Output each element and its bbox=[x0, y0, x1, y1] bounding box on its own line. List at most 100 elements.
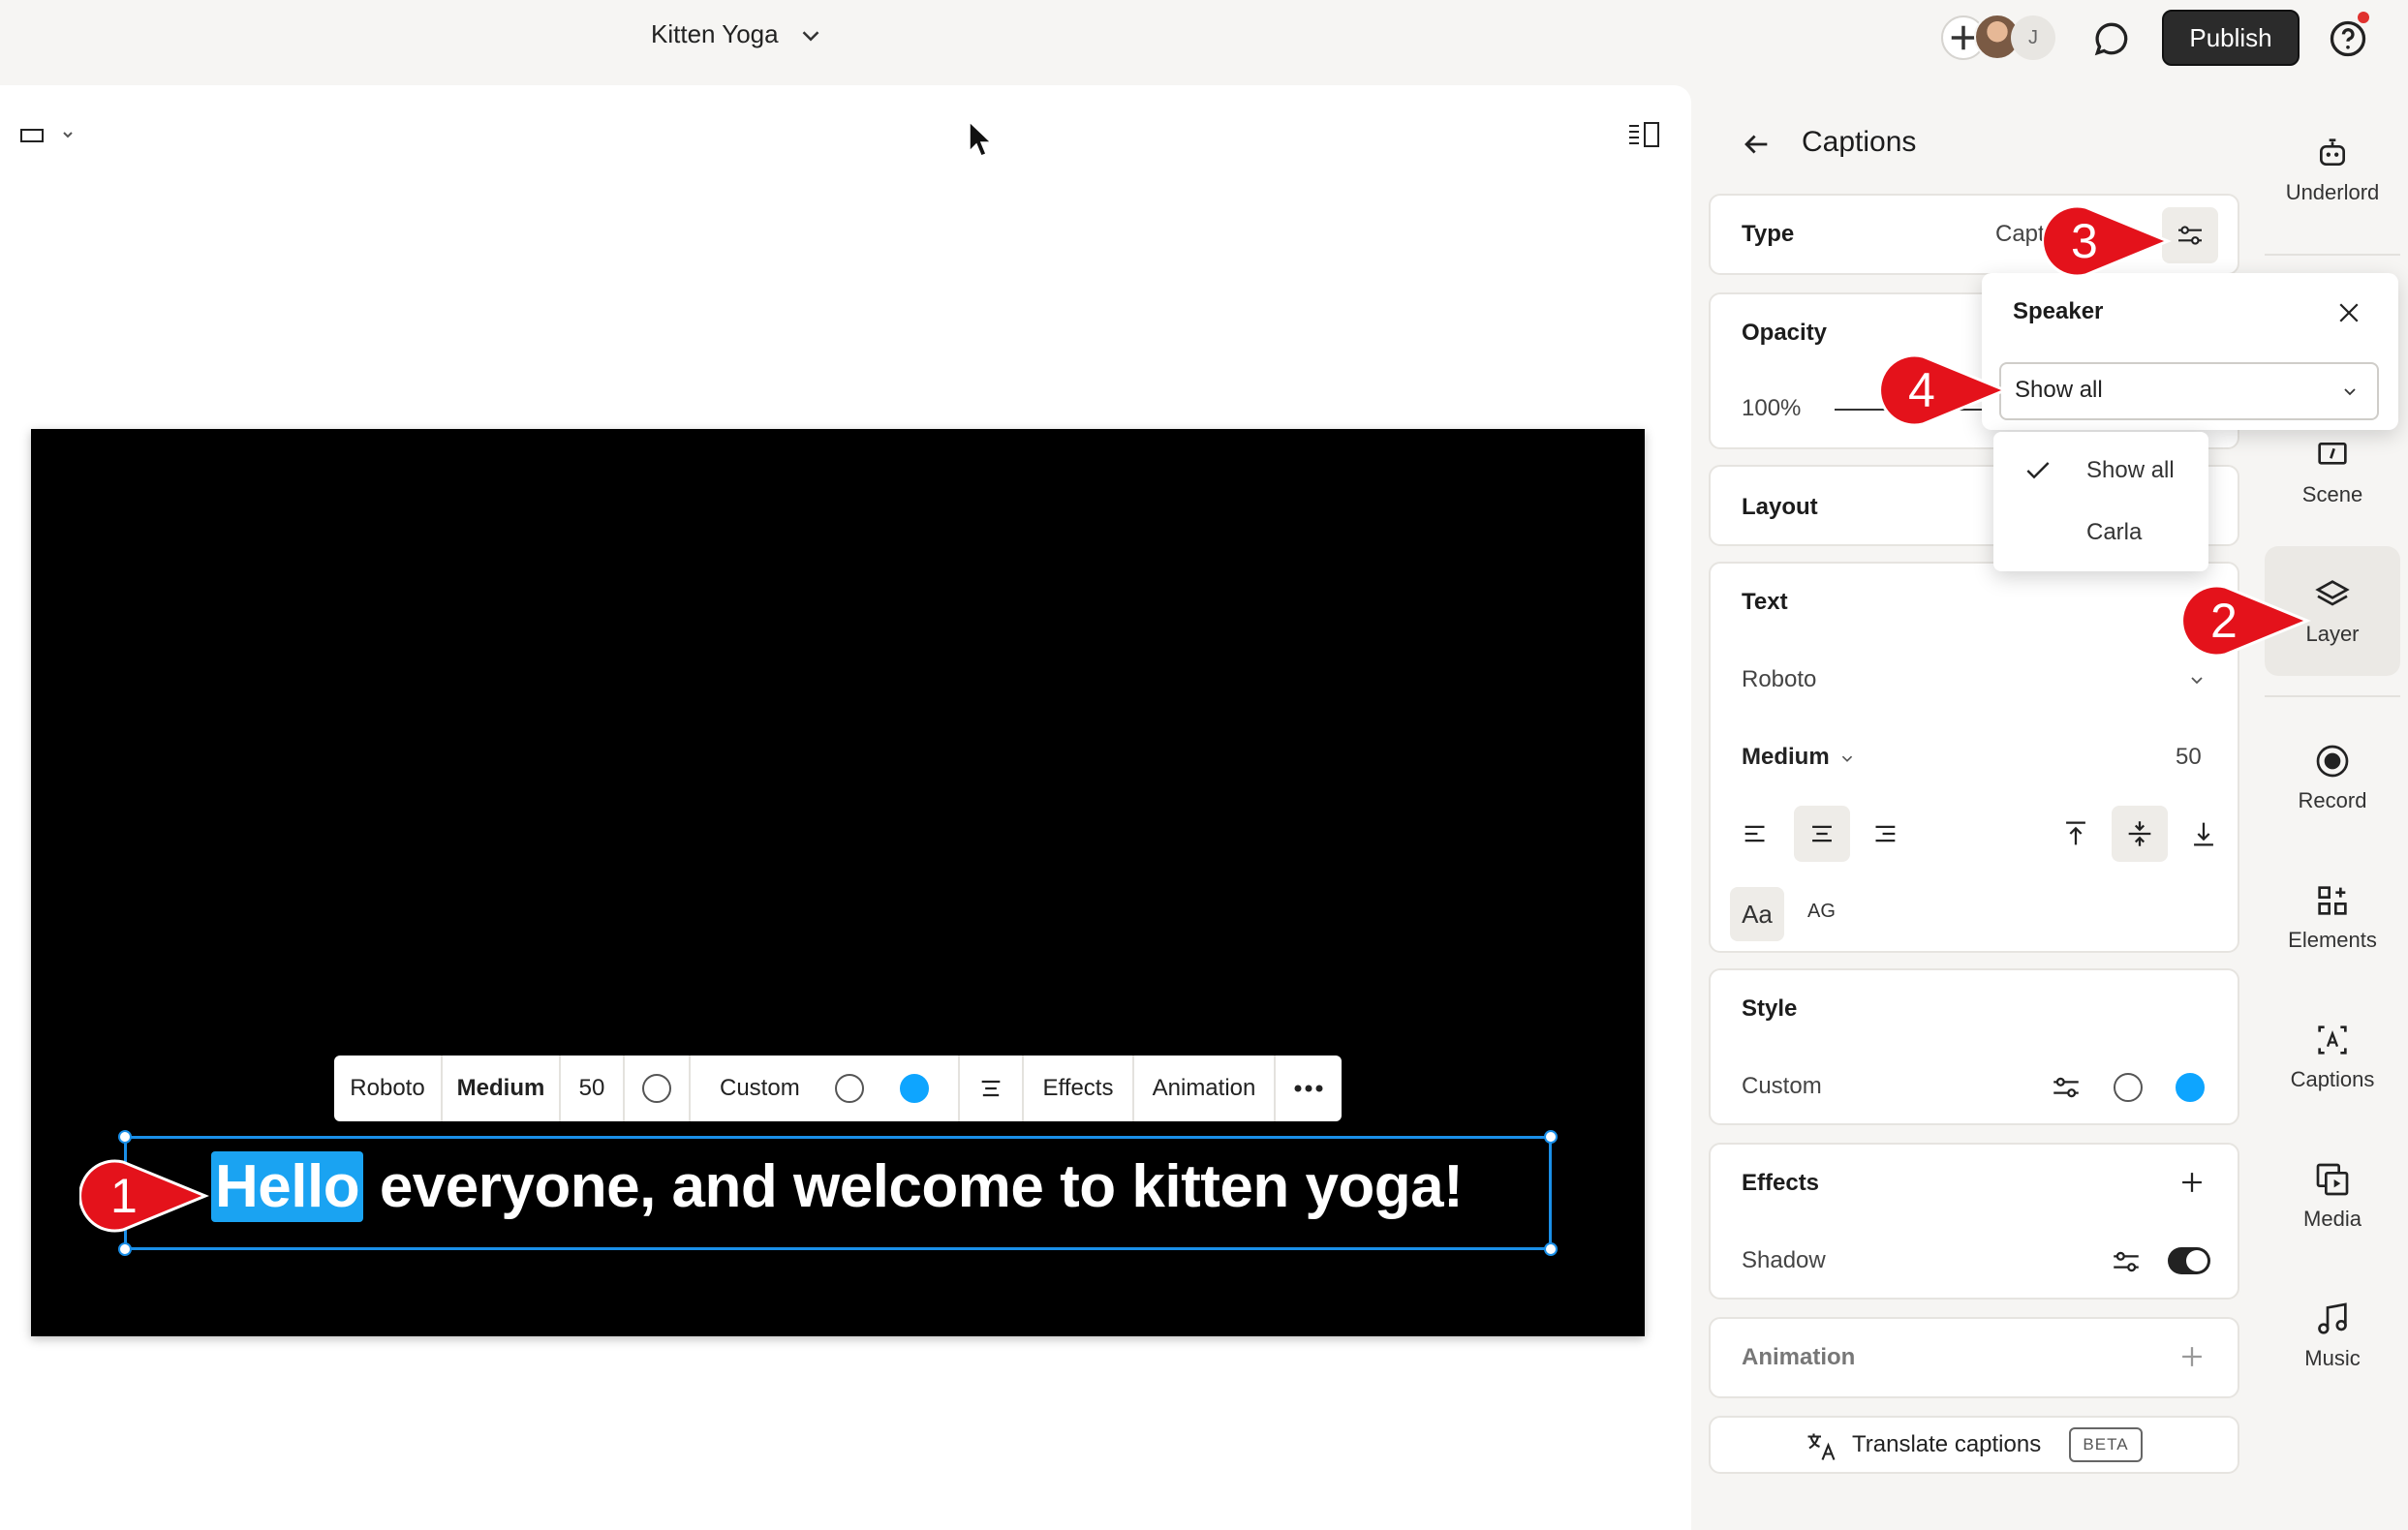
toolbar-font[interactable]: Roboto bbox=[334, 1056, 443, 1121]
translate-captions-button[interactable]: Translate captions BETA bbox=[1709, 1416, 2239, 1474]
captions-icon bbox=[2318, 1025, 2347, 1055]
text-card: Text Roboto Medium 50 Aa AG bbox=[1709, 562, 2239, 953]
toolbar-size[interactable]: 50 bbox=[561, 1056, 625, 1121]
toolbar-style-label: Custom bbox=[720, 1075, 800, 1101]
rail-item-music[interactable]: Music bbox=[2265, 1270, 2400, 1400]
elements-icon bbox=[2318, 886, 2347, 915]
beta-badge: BETA bbox=[2069, 1427, 2143, 1462]
type-value[interactable]: Capt bbox=[1995, 221, 2045, 248]
music-note-icon bbox=[2318, 1302, 2347, 1334]
caption-toolbar: Roboto Medium 50 Custom Effects Animatio… bbox=[334, 1056, 1342, 1121]
back-arrow-icon[interactable] bbox=[1740, 128, 1773, 161]
translate-icon bbox=[1807, 1433, 1836, 1460]
speaker-select-value: Show all bbox=[2015, 377, 2103, 403]
speaker-option-carla[interactable]: Carla bbox=[2086, 519, 2142, 546]
media-icon bbox=[2316, 1163, 2349, 1196]
aspect-ratio-icon[interactable] bbox=[19, 124, 81, 147]
callout-marker bbox=[2042, 204, 2172, 278]
rail-item-label: Elements bbox=[2288, 928, 2377, 952]
chevron-down-icon bbox=[2344, 388, 2356, 396]
plus-icon[interactable] bbox=[2176, 1166, 2208, 1199]
shadow-toggle[interactable] bbox=[2168, 1247, 2210, 1274]
callout-marker bbox=[1879, 353, 2009, 427]
sliders-icon[interactable] bbox=[2110, 1245, 2143, 1278]
rail-item-label: Media bbox=[2303, 1207, 2362, 1231]
animation-card[interactable]: Animation bbox=[1709, 1317, 2239, 1398]
color-swatch[interactable] bbox=[2114, 1073, 2143, 1102]
text-label: Text bbox=[1742, 589, 1788, 615]
rail-item-media[interactable]: Media bbox=[2265, 1131, 2400, 1261]
chevron-down-icon[interactable] bbox=[796, 21, 825, 50]
effects-label: Effects bbox=[1742, 1170, 1820, 1196]
sliders-icon[interactable] bbox=[2050, 1071, 2083, 1104]
color-swatch bbox=[642, 1074, 671, 1103]
align-right-icon[interactable] bbox=[1868, 817, 1900, 850]
font-select[interactable]: Roboto bbox=[1742, 666, 1816, 693]
rail-divider bbox=[2265, 695, 2400, 697]
style-card: Style Custom bbox=[1709, 968, 2239, 1125]
rail-item-label: Record bbox=[2298, 788, 2367, 812]
robot-icon bbox=[2320, 138, 2345, 166]
opacity-value[interactable]: 100% bbox=[1742, 395, 1801, 422]
toolbar-align[interactable] bbox=[960, 1056, 1024, 1121]
chevron-down-icon[interactable] bbox=[2185, 668, 2208, 691]
speaker-dropdown-menu bbox=[1993, 432, 2208, 571]
rail-item-record[interactable]: Record bbox=[2265, 713, 2400, 842]
align-left-icon[interactable] bbox=[1740, 817, 1773, 850]
rail-item-elements[interactable]: Elements bbox=[2265, 852, 2400, 982]
toggle-knob bbox=[2186, 1250, 2207, 1271]
rail-item-captions[interactable]: Captions bbox=[2265, 992, 2400, 1121]
case-upper-button[interactable]: AG bbox=[1807, 901, 1836, 923]
align-bottom-icon[interactable] bbox=[2187, 817, 2220, 850]
highlight-color-swatch bbox=[900, 1074, 929, 1103]
resize-handle[interactable] bbox=[1544, 1130, 1558, 1144]
plus-icon[interactable] bbox=[2176, 1340, 2208, 1373]
resize-handle[interactable] bbox=[118, 1242, 132, 1256]
toolbar-text-color[interactable] bbox=[625, 1056, 691, 1121]
toolbar-weight[interactable]: Medium bbox=[443, 1056, 561, 1121]
align-top-icon[interactable] bbox=[2059, 817, 2092, 850]
style-label: Style bbox=[1742, 995, 1798, 1022]
rail-divider bbox=[2265, 254, 2400, 256]
rail-item-underlord[interactable]: Underlord bbox=[2265, 105, 2400, 234]
toolbar-more[interactable] bbox=[1276, 1056, 1342, 1121]
record-icon bbox=[2316, 745, 2349, 778]
rail-item-label: Underlord bbox=[2285, 180, 2380, 204]
publish-button[interactable]: Publish bbox=[2162, 10, 2300, 66]
align-middle-button[interactable] bbox=[2112, 806, 2168, 862]
callout-number: 3 bbox=[2071, 214, 2098, 268]
more-icon bbox=[1294, 1085, 1323, 1092]
style-value[interactable]: Custom bbox=[1742, 1073, 1822, 1100]
help-icon[interactable] bbox=[2327, 17, 2369, 60]
align-center-icon bbox=[1812, 825, 1832, 842]
animation-label: Animation bbox=[1742, 1344, 1856, 1370]
rail-item-label: Music bbox=[2304, 1346, 2361, 1370]
case-mixed-button[interactable]: Aa bbox=[1730, 887, 1784, 941]
toolbar-animation[interactable]: Animation bbox=[1134, 1056, 1276, 1121]
chevron-down-icon[interactable] bbox=[1837, 748, 1858, 769]
speaker-option-show-all[interactable]: Show all bbox=[2086, 457, 2175, 484]
resize-handle[interactable] bbox=[1544, 1242, 1558, 1256]
close-icon[interactable] bbox=[2334, 298, 2363, 327]
toolbar-style[interactable]: Custom bbox=[691, 1056, 960, 1121]
align-center-button[interactable] bbox=[1794, 806, 1850, 862]
callout-marker bbox=[79, 1159, 209, 1233]
caption-highlight-word: Hello bbox=[211, 1151, 364, 1222]
speaker-title: Speaker bbox=[2013, 298, 2104, 324]
comment-icon[interactable] bbox=[2090, 17, 2133, 60]
rail-item-label: Scene bbox=[2301, 482, 2363, 506]
highlight-color-swatch[interactable] bbox=[2176, 1073, 2205, 1102]
weight-select[interactable]: Medium bbox=[1742, 744, 1830, 771]
panel-toggle-icon[interactable] bbox=[1627, 120, 1662, 149]
callout-number: 2 bbox=[2210, 594, 2238, 648]
callout-marker bbox=[2181, 584, 2311, 658]
project-title[interactable]: Kitten Yoga bbox=[651, 19, 779, 49]
size-input[interactable]: 50 bbox=[2176, 744, 2202, 771]
caption-rest: everyone, and welcome to kitten yoga! bbox=[363, 1153, 1464, 1220]
toolbar-effects[interactable]: Effects bbox=[1024, 1056, 1134, 1121]
resize-handle[interactable] bbox=[118, 1130, 132, 1144]
notification-dot bbox=[2358, 12, 2369, 23]
caption-text[interactable]: Hello everyone, and welcome to kitten yo… bbox=[211, 1151, 1464, 1222]
callout-number: 1 bbox=[110, 1169, 138, 1223]
avatar-initial[interactable]: J bbox=[2011, 15, 2055, 60]
